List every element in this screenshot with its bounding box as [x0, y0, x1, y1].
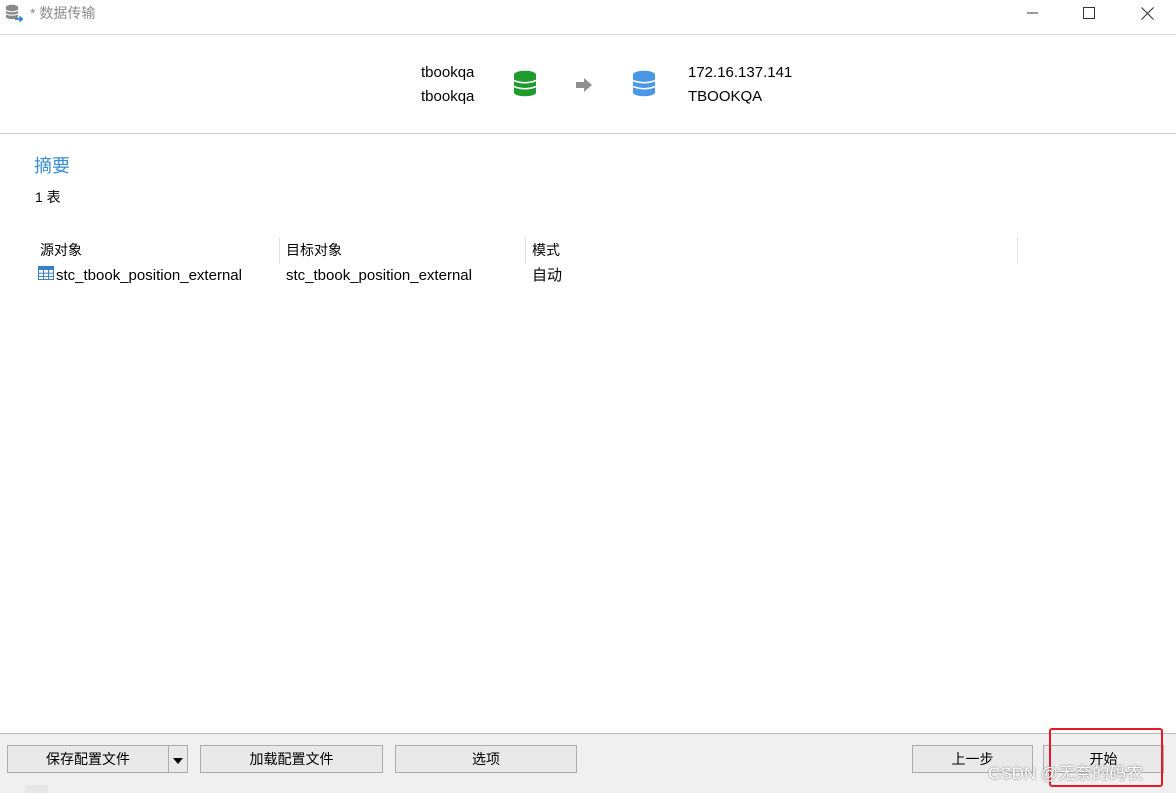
target-object-name: stc_tbook_position_external: [286, 267, 472, 284]
maximize-icon: [1083, 7, 1095, 19]
target-host: 172.16.137.141: [688, 64, 793, 81]
maximize-button[interactable]: [1066, 0, 1112, 26]
transfer-objects-table: 源对象 目标对象 模式 stc_tbook_position_external: [34, 237, 1018, 288]
table-row[interactable]: stc_tbook_position_external stc_tbook_po…: [34, 264, 1018, 288]
minimize-button[interactable]: [1010, 0, 1056, 26]
source-object-name: stc_tbook_position_external: [56, 267, 242, 284]
minimize-icon: [1027, 7, 1039, 19]
save-profile-button[interactable]: 保存配置文件: [7, 745, 169, 773]
data-transfer-window: * 数据传输 tbookqa tbookqa 172.16.137.141 TB…: [0, 0, 1176, 793]
target-database-name: TBOOKQA: [688, 88, 763, 105]
summary-heading: 摘要: [34, 156, 70, 176]
window-title: * 数据传输: [30, 5, 96, 21]
source-object-cell: stc_tbook_position_external: [38, 264, 242, 288]
table-header: 源对象 目标对象 模式: [34, 237, 1018, 264]
source-database-name: tbookqa: [421, 88, 475, 105]
column-header-mode[interactable]: 模式: [526, 237, 1018, 264]
table-icon: [38, 264, 54, 288]
watermark: CSDN @无奈的码农: [988, 764, 1144, 783]
save-profile-dropdown-button[interactable]: [168, 745, 188, 773]
options-button[interactable]: 选项: [395, 745, 577, 773]
mode-value: 自动: [532, 267, 563, 284]
bottom-button-bar: 保存配置文件 加载配置文件 选项 上一步 开始: [0, 733, 1176, 793]
connection-header: tbookqa tbookqa 172.16.137.141 TBOOKQA: [0, 34, 1176, 134]
source-database-icon: [513, 70, 537, 103]
column-header-source[interactable]: 源对象: [34, 237, 280, 264]
summary-count: 1 表: [35, 189, 61, 205]
status-strip: [25, 785, 48, 793]
source-connection-info: tbookqa tbookqa: [421, 61, 474, 109]
target-connection-info: 172.16.137.141 TBOOKQA: [688, 61, 792, 109]
database-transfer-icon: [4, 3, 24, 23]
source-connection-name: tbookqa: [421, 64, 475, 81]
arrow-right-icon: [575, 78, 593, 97]
caret-down-icon: [173, 746, 183, 772]
column-header-target[interactable]: 目标对象: [280, 237, 526, 264]
title-bar[interactable]: * 数据传输: [0, 0, 1176, 30]
close-button[interactable]: [1124, 0, 1170, 26]
close-icon: [1140, 6, 1154, 20]
load-profile-button[interactable]: 加载配置文件: [200, 745, 383, 773]
target-database-icon: [632, 70, 656, 103]
